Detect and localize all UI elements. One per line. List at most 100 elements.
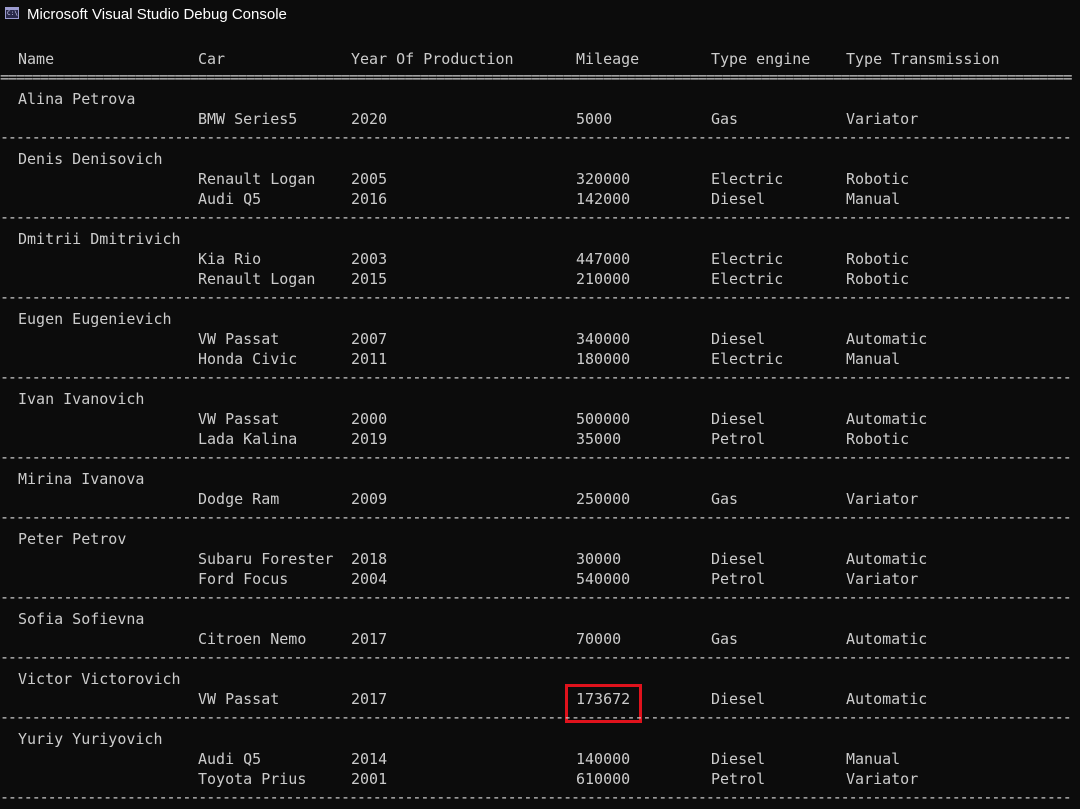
car-engine-type: Gas — [711, 110, 739, 128]
car-mileage: 340000 — [576, 330, 631, 348]
column-header-car: Car — [198, 50, 226, 68]
car-model: VW Passat — [198, 410, 280, 428]
car-mileage: 210000 — [576, 270, 631, 288]
car-transmission-type: Manual — [846, 350, 901, 368]
car-engine-type: Electric — [711, 270, 784, 288]
owner-name: Yuriy Yuriyovich — [18, 730, 163, 748]
car-engine-type: Diesel — [711, 690, 766, 708]
owner-name: Sofia Sofievna — [18, 610, 145, 628]
row-separator: ----------------------------------------… — [0, 708, 1072, 726]
car-model: VW Passat — [198, 690, 280, 708]
car-engine-type: Petrol — [711, 770, 766, 788]
car-transmission-type: Automatic — [846, 550, 928, 568]
car-mileage: 35000 — [576, 430, 622, 448]
car-transmission-type: Variator — [846, 490, 919, 508]
row-separator: ----------------------------------------… — [0, 208, 1072, 226]
car-model: Audi Q5 — [198, 190, 262, 208]
car-engine-type: Electric — [711, 250, 784, 268]
car-mileage: 5000 — [576, 110, 613, 128]
car-mileage: 610000 — [576, 770, 631, 788]
row-separator: ----------------------------------------… — [0, 588, 1072, 606]
car-year: 2009 — [351, 490, 388, 508]
column-header-mileage: Mileage — [576, 50, 640, 68]
window-title: Microsoft Visual Studio Debug Console — [27, 6, 287, 23]
car-transmission-type: Manual — [846, 190, 901, 208]
car-transmission-type: Robotic — [846, 250, 910, 268]
car-transmission-type: Automatic — [846, 330, 928, 348]
car-engine-type: Diesel — [711, 750, 766, 768]
row-separator: ----------------------------------------… — [0, 648, 1072, 666]
owner-name: Peter Petrov — [18, 530, 127, 548]
car-model: Lada Kalina — [198, 430, 298, 448]
car-mileage: 320000 — [576, 170, 631, 188]
car-year: 2004 — [351, 570, 388, 588]
column-header-name: Name — [18, 50, 55, 68]
car-model: Ford Focus — [198, 570, 289, 588]
debug-console-window: C:\ Microsoft Visual Studio Debug Consol… — [0, 0, 1080, 809]
owner-name: Mirina Ivanova — [18, 470, 145, 488]
car-model: Kia Rio — [198, 250, 262, 268]
owner-name: Denis Denisovich — [18, 150, 163, 168]
header-separator: ========================================… — [0, 68, 1072, 86]
car-transmission-type: Robotic — [846, 170, 910, 188]
car-engine-type: Diesel — [711, 190, 766, 208]
car-year: 2017 — [351, 630, 388, 648]
title-bar[interactable]: C:\ Microsoft Visual Studio Debug Consol… — [0, 0, 1080, 30]
car-transmission-type: Variator — [846, 110, 919, 128]
car-engine-type: Petrol — [711, 430, 766, 448]
car-model: Citroen Nemo — [198, 630, 307, 648]
console-app-icon-glyph: C:\ — [7, 10, 18, 17]
car-mileage: 142000 — [576, 190, 631, 208]
car-mileage: 500000 — [576, 410, 631, 428]
car-year: 2005 — [351, 170, 388, 188]
car-year: 2011 — [351, 350, 388, 368]
car-model: Renault Logan — [198, 270, 316, 288]
car-model: Dodge Ram — [198, 490, 280, 508]
car-year: 2003 — [351, 250, 388, 268]
row-separator: ----------------------------------------… — [0, 508, 1072, 526]
car-mileage: 447000 — [576, 250, 631, 268]
car-mileage: 180000 — [576, 350, 631, 368]
car-model: Renault Logan — [198, 170, 316, 188]
car-transmission-type: Robotic — [846, 430, 910, 448]
row-separator: ----------------------------------------… — [0, 368, 1072, 386]
owner-name: Victor Victorovich — [18, 670, 181, 688]
car-transmission-type: Automatic — [846, 410, 928, 428]
car-model: Subaru Forester — [198, 550, 334, 568]
car-model: Toyota Prius — [198, 770, 307, 788]
console-output[interactable]: Name Car Year Of Production Mileage Type eng… — [0, 30, 1080, 809]
owner-name: Ivan Ivanovich — [18, 390, 145, 408]
car-transmission-type: Manual — [846, 750, 901, 768]
car-model: VW Passat — [198, 330, 280, 348]
car-transmission-type: Variator — [846, 770, 919, 788]
car-engine-type: Gas — [711, 490, 739, 508]
car-engine-type: Electric — [711, 170, 784, 188]
car-model: Honda Civic — [198, 350, 298, 368]
car-mileage: 140000 — [576, 750, 631, 768]
car-year: 2015 — [351, 270, 388, 288]
car-year: 2020 — [351, 110, 388, 128]
car-transmission-type: Automatic — [846, 630, 928, 648]
car-engine-type: Diesel — [711, 330, 766, 348]
row-separator: ----------------------------------------… — [0, 448, 1072, 466]
car-transmission-type: Variator — [846, 570, 919, 588]
car-year: 2019 — [351, 430, 388, 448]
car-engine-type: Diesel — [711, 550, 766, 568]
column-header-transmission-type: Type Transmission — [846, 50, 1000, 68]
column-header-engine-type: Type engine — [711, 50, 811, 68]
car-engine-type: Petrol — [711, 570, 766, 588]
car-engine-type: Diesel — [711, 410, 766, 428]
row-separator: ----------------------------------------… — [0, 128, 1072, 146]
console-app-icon: C:\ — [5, 7, 19, 19]
row-separator: ----------------------------------------… — [0, 288, 1072, 306]
car-transmission-type: Robotic — [846, 270, 910, 288]
row-separator: ----------------------------------------… — [0, 788, 1072, 806]
car-year: 2017 — [351, 690, 388, 708]
car-engine-type: Electric — [711, 350, 784, 368]
car-year: 2016 — [351, 190, 388, 208]
owner-name: Dmitrii Dmitrivich — [18, 230, 181, 248]
car-mileage: 250000 — [576, 490, 631, 508]
car-model: Audi Q5 — [198, 750, 262, 768]
car-year: 2007 — [351, 330, 388, 348]
car-year: 2018 — [351, 550, 388, 568]
